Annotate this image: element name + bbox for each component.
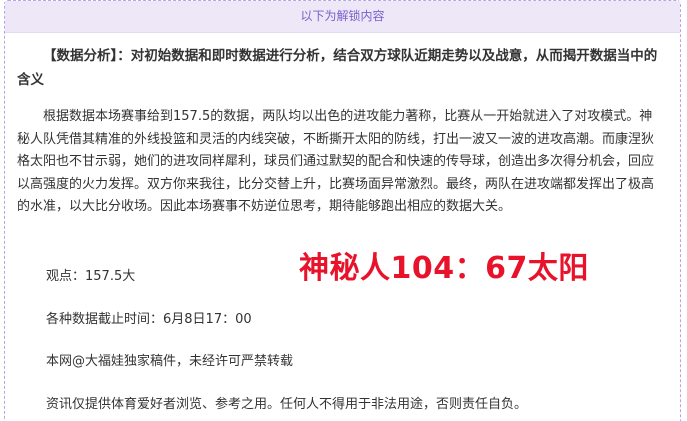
analysis-heading: 【数据分析】：对初始数据和即时数据进行分析，结合双方球队近期走势以及战意，从而揭… <box>17 48 658 88</box>
article-content: 【数据分析】：对初始数据和即时数据进行分析，结合双方球队近期走势以及战意，从而揭… <box>17 44 663 219</box>
article-page: 以下为解锁内容 【数据分析】：对初始数据和即时数据进行分析，结合双方球队近期走势… <box>0 0 687 421</box>
unlock-banner: 以下为解锁内容 <box>5 1 680 33</box>
analysis-paragraph: 根据数据本场赛事给到157.5的数据，两队均以出色的进攻能力著称，比赛从一开始就… <box>17 109 655 214</box>
match-score-result: 神秘人104：67太阳 <box>299 251 589 286</box>
disclaimer-text: 资讯仅提供体育爱好者浏览、参考之用。任何人不得用于非法用途，否则责任自负。 <box>46 397 528 412</box>
copyright-notice: 本网@大福娃独家稿件，未经许可严禁转载 <box>46 354 294 369</box>
viewpoint-text: 观点：157.5大 <box>46 269 136 284</box>
data-cutoff-time: 各种数据截止时间：6月8日17：00 <box>46 312 252 327</box>
